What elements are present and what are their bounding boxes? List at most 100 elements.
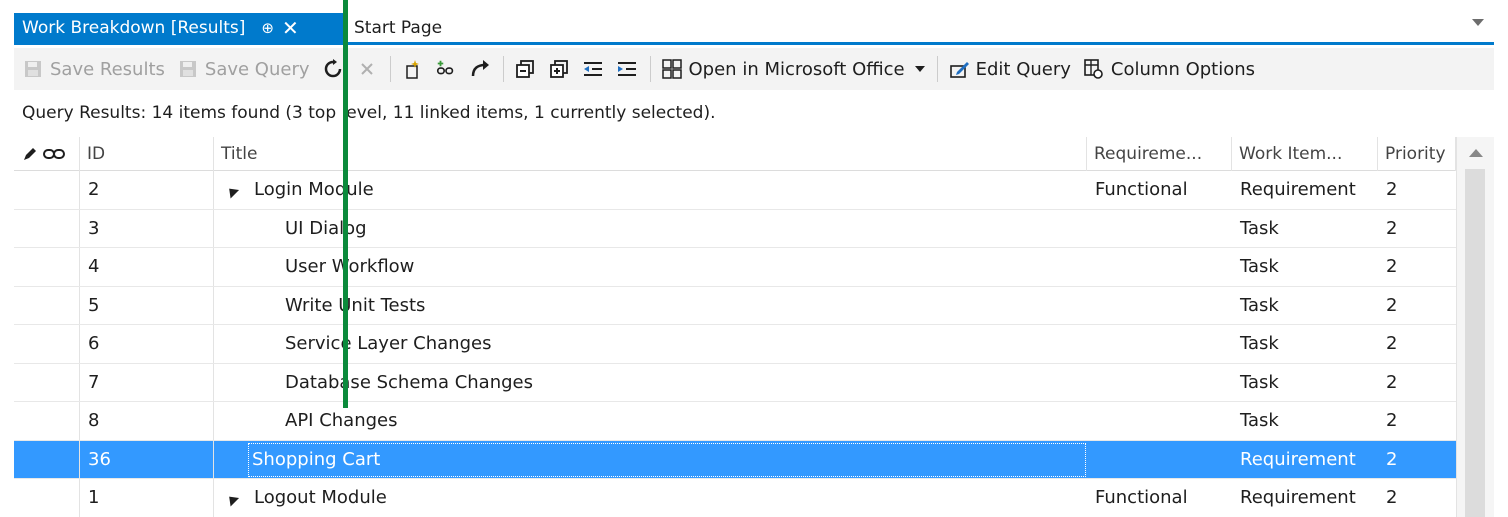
- outdent-button[interactable]: [582, 58, 604, 80]
- table-row[interactable]: 5 Write Unit Tests Task 2: [14, 286, 1456, 325]
- cell-priority: 2: [1386, 256, 1398, 278]
- stop-button[interactable]: [356, 58, 378, 80]
- save-query-label: Save Query: [204, 58, 310, 80]
- cell-id: 5: [80, 286, 214, 324]
- cell-title-text: Login Module: [254, 179, 374, 201]
- save-results-label: Save Results: [50, 58, 165, 80]
- edit-icon: [22, 146, 38, 162]
- office-icon: [661, 58, 683, 80]
- toolbar-separator: [389, 56, 391, 82]
- column-header-id[interactable]: ID: [80, 137, 214, 171]
- tab-label: Start Page: [354, 17, 443, 38]
- new-item-icon: [401, 58, 423, 80]
- edit-query-icon: [948, 58, 970, 80]
- table-row[interactable]: 1 Logout Module Functional Requirement 2: [14, 479, 1456, 517]
- column-header-requirement[interactable]: Requireme...: [1087, 137, 1232, 171]
- new-work-item-button[interactable]: [401, 58, 423, 80]
- open-in-office-dropdown[interactable]: Open in Microsoft Office: [661, 58, 925, 80]
- table-row[interactable]: 3 UI Dialog Task 2: [14, 209, 1456, 248]
- toolbar-separator: [502, 56, 504, 82]
- annotation-line: [343, 0, 348, 408]
- scrollbar-thumb[interactable]: [1465, 169, 1485, 517]
- table-row[interactable]: 6 Service Layer Changes Task 2: [14, 325, 1456, 364]
- cell-priority: 2: [1386, 179, 1398, 201]
- redo-arrow-icon: [469, 58, 491, 80]
- refresh-button[interactable]: [322, 58, 344, 80]
- cell-id: 8: [80, 402, 214, 440]
- table-row[interactable]: 8 API Changes Task 2: [14, 402, 1456, 441]
- cell-id: 3: [80, 209, 214, 247]
- collapse-arrow-icon[interactable]: [224, 184, 240, 199]
- column-options-button[interactable]: Column Options: [1083, 58, 1255, 80]
- focus-rectangle: [248, 442, 1086, 477]
- cell-requirement: [1087, 210, 1232, 248]
- column-header-work-item-type[interactable]: Work Item...: [1232, 137, 1378, 171]
- cell-priority: 2: [1386, 487, 1398, 509]
- cell-priority: 2: [1386, 217, 1398, 239]
- row-gutter: [14, 209, 80, 247]
- row-gutter: [14, 363, 80, 401]
- column-options-icon: [1083, 58, 1105, 80]
- indent-icon: [616, 58, 638, 80]
- collapse-all-button[interactable]: [548, 58, 570, 80]
- cell-work-item-type: Requirement: [1240, 487, 1356, 509]
- expand-all-icon: [514, 58, 536, 80]
- toolbar-separator: [936, 56, 938, 82]
- indent-button[interactable]: [616, 58, 638, 80]
- link-icon: [435, 58, 457, 80]
- cell-requirement: [1087, 364, 1232, 402]
- refresh-icon: [322, 58, 344, 80]
- save-query-button[interactable]: Save Query: [177, 58, 310, 80]
- row-gutter: [14, 402, 80, 440]
- pin-icon[interactable]: ⊕: [261, 19, 274, 37]
- document-tab-strip: Work Breakdown [Results] ⊕ ✕ Start Page: [14, 13, 1494, 45]
- cell-id: 36: [80, 440, 214, 478]
- table-row-selected[interactable]: 36 Shopping Cart Requirement 2: [14, 440, 1456, 479]
- scroll-up-icon[interactable]: [1469, 149, 1483, 157]
- tab-work-breakdown-results[interactable]: Work Breakdown [Results] ⊕ ✕: [14, 13, 344, 42]
- results-grid: ID Title Requireme... Work Item... Prior…: [14, 137, 1494, 517]
- collapse-arrow-icon[interactable]: [224, 492, 240, 507]
- cell-requirement: [1087, 441, 1232, 479]
- cell-priority: 2: [1386, 294, 1398, 316]
- save-results-button[interactable]: Save Results: [22, 58, 165, 80]
- save-icon: [177, 58, 199, 80]
- query-results-toolbar: Save Results Save Query Open in Microsof…: [14, 48, 1494, 90]
- cell-requirement: Functional: [1095, 179, 1188, 201]
- cell-work-item-type: Requirement: [1240, 179, 1356, 201]
- cell-id: 6: [80, 325, 214, 363]
- query-results-summary: Query Results: 14 items found (3 top lev…: [14, 93, 1494, 133]
- cell-work-item-type: Task: [1240, 217, 1279, 239]
- tab-start-page[interactable]: Start Page: [350, 13, 442, 42]
- row-gutter: [14, 171, 80, 209]
- cell-requirement: [1087, 325, 1232, 363]
- column-options-label: Column Options: [1110, 58, 1256, 80]
- close-icon[interactable]: ✕: [282, 16, 299, 40]
- link-icon: [43, 147, 65, 161]
- table-row[interactable]: 7 Database Schema Changes Task 2: [14, 363, 1456, 402]
- expand-all-button[interactable]: [514, 58, 536, 80]
- cell-title-text: Logout Module: [254, 487, 387, 509]
- link-to-existing-button[interactable]: [469, 58, 491, 80]
- cell-work-item-type: Task: [1240, 256, 1279, 278]
- edit-query-label: Edit Query: [975, 58, 1071, 80]
- cell-priority: 2: [1386, 333, 1398, 355]
- table-row[interactable]: 2 Login Module Functional Requirement 2: [14, 171, 1456, 210]
- row-gutter: [14, 325, 80, 363]
- column-header-priority[interactable]: Priority: [1378, 137, 1456, 171]
- open-in-office-label: Open in Microsoft Office: [688, 58, 905, 80]
- link-to-new-item-button[interactable]: [435, 58, 457, 80]
- table-row[interactable]: 4 User Workflow Task 2: [14, 248, 1456, 287]
- tab-label: Work Breakdown [Results]: [22, 17, 246, 38]
- cell-work-item-type: Task: [1240, 294, 1279, 316]
- cell-priority: 2: [1386, 448, 1398, 470]
- save-icon: [22, 58, 44, 80]
- vertical-scrollbar[interactable]: [1456, 137, 1494, 517]
- row-gutter: [14, 248, 80, 286]
- cell-requirement: [1087, 287, 1232, 325]
- edit-query-button[interactable]: Edit Query: [948, 58, 1071, 80]
- tab-dropdown-icon[interactable]: [1472, 19, 1484, 26]
- row-gutter: [14, 286, 80, 324]
- collapse-all-icon: [548, 58, 570, 80]
- cell-work-item-type: Task: [1240, 371, 1279, 393]
